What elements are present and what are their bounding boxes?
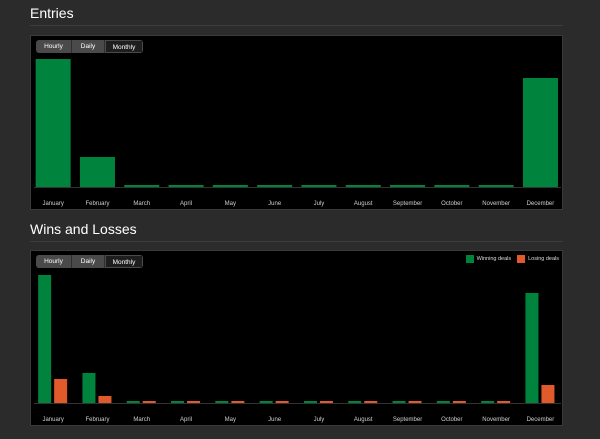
wins-losses-bar-losing-february[interactable] [98, 396, 112, 403]
wins-losses-tick-october: October [441, 417, 462, 423]
wins-losses-bar-winning-february[interactable] [82, 373, 96, 403]
entries-tick-october: October [441, 201, 462, 207]
entries-tick-march: March [133, 201, 150, 207]
wins-losses-bar-winning-july[interactable] [303, 401, 317, 403]
entries-monthly-button[interactable]: Monthly [105, 40, 143, 53]
wins-losses-bar-winning-march[interactable] [126, 401, 140, 403]
wins-losses-bar-losing-may[interactable] [231, 401, 245, 403]
wins-losses-tick-september: September [393, 417, 422, 423]
entries-tick-august: August [354, 201, 373, 207]
wins-losses-tick-august: August [354, 417, 373, 423]
wins-losses-bar-winning-january[interactable] [38, 275, 52, 403]
entries-bar-january[interactable] [35, 59, 71, 187]
entries-tick-april: April [180, 201, 192, 207]
wins-losses-bar-losing-december[interactable] [541, 385, 555, 403]
wins-losses-bar-losing-january[interactable] [54, 379, 68, 403]
entries-bar-june[interactable] [257, 185, 293, 187]
entries-tick-july: July [314, 201, 325, 207]
wins-losses-bar-winning-december[interactable] [525, 293, 539, 403]
entries-bar-august[interactable] [345, 185, 381, 187]
legend-winning-deals[interactable]: Winning deals [465, 255, 512, 263]
entries-title: Entries [30, 5, 74, 21]
wins-losses-chart-panel: January February March April May June July Augu… [30, 250, 563, 426]
wins-losses-tick-june: June [268, 417, 282, 423]
entries-tick-september: September [393, 201, 422, 207]
entries-tick-february: February [85, 201, 109, 207]
entries-range-selector: Hourly Daily Monthly [36, 40, 143, 53]
wins-losses-bar-winning-april[interactable] [171, 401, 185, 403]
entries-daily-button[interactable]: Daily [72, 40, 105, 53]
entries-bar-may[interactable] [212, 185, 248, 187]
wins-losses-chart: January February March April May June July Augu… [34, 275, 561, 423]
entries-hourly-button[interactable]: Hourly [36, 40, 72, 53]
wins-losses-tick-may: May [225, 417, 236, 423]
entries-tick-may: May [225, 201, 236, 207]
entries-bar-march[interactable] [124, 185, 160, 187]
losing-deals-label: Losing deals [528, 256, 559, 262]
wins-losses-bar-losing-september[interactable] [408, 401, 422, 403]
wins-losses-bar-losing-august[interactable] [364, 401, 378, 403]
wins-losses-tick-november: November [482, 417, 510, 423]
wins-losses-tick-april: April [180, 417, 192, 423]
entries-tick-june: June [268, 201, 282, 207]
wins-losses-tick-december: December [527, 417, 555, 423]
wins-losses-tick-february: February [85, 417, 109, 423]
winning-deals-label: Winning deals [476, 256, 512, 262]
wins-losses-bar-losing-july[interactable] [319, 401, 333, 403]
wins-losses-bar-losing-june[interactable] [275, 401, 289, 403]
legend-losing-deals[interactable]: Losing deals [517, 255, 559, 263]
wins-losses-bar-winning-may[interactable] [215, 401, 229, 403]
wins-losses-bar-winning-september[interactable] [392, 401, 406, 403]
entries-tick-november: November [482, 201, 510, 207]
wins-losses-monthly-button[interactable]: Monthly [105, 255, 143, 268]
wins-losses-title: Wins and Losses [30, 221, 137, 237]
wins-losses-tick-january: January [42, 417, 63, 423]
wins-losses-bar-losing-november[interactable] [497, 401, 511, 403]
entries-bar-december[interactable] [522, 78, 558, 187]
wins-losses-divider [30, 241, 563, 242]
wins-losses-tick-july: July [314, 417, 325, 423]
wins-losses-daily-button[interactable]: Daily [72, 255, 105, 268]
entries-chart: January February March April May June July Augu… [34, 59, 561, 207]
wins-losses-bar-winning-november[interactable] [481, 401, 495, 403]
wins-losses-bar-winning-october[interactable] [436, 401, 450, 403]
wins-losses-bar-winning-june[interactable] [259, 401, 273, 403]
entries-tick-january: January [42, 201, 63, 207]
wins-losses-hourly-button[interactable]: Hourly [36, 255, 72, 268]
wins-losses-bar-losing-march[interactable] [142, 401, 156, 403]
entries-bar-july[interactable] [301, 185, 337, 187]
wins-losses-bar-winning-august[interactable] [348, 401, 362, 403]
wins-losses-bar-losing-october[interactable] [452, 401, 466, 403]
entries-divider [30, 25, 563, 26]
entries-tick-december: December [527, 201, 555, 207]
wins-losses-tick-march: March [133, 417, 150, 423]
wins-losses-legend: Winning deals Losing deals [465, 255, 559, 263]
entries-bar-april[interactable] [168, 185, 204, 187]
losing-deals-swatch [517, 255, 526, 263]
entries-bar-november[interactable] [478, 185, 514, 187]
wins-losses-range-selector: Hourly Daily Monthly [36, 255, 143, 268]
entries-bar-october[interactable] [434, 185, 470, 187]
winning-deals-swatch [465, 255, 474, 263]
entries-bar-september[interactable] [390, 185, 426, 187]
entries-chart-panel: January February March April May June July Augu… [30, 35, 563, 210]
wins-losses-bar-losing-april[interactable] [187, 401, 201, 403]
entries-bar-february[interactable] [79, 157, 115, 187]
